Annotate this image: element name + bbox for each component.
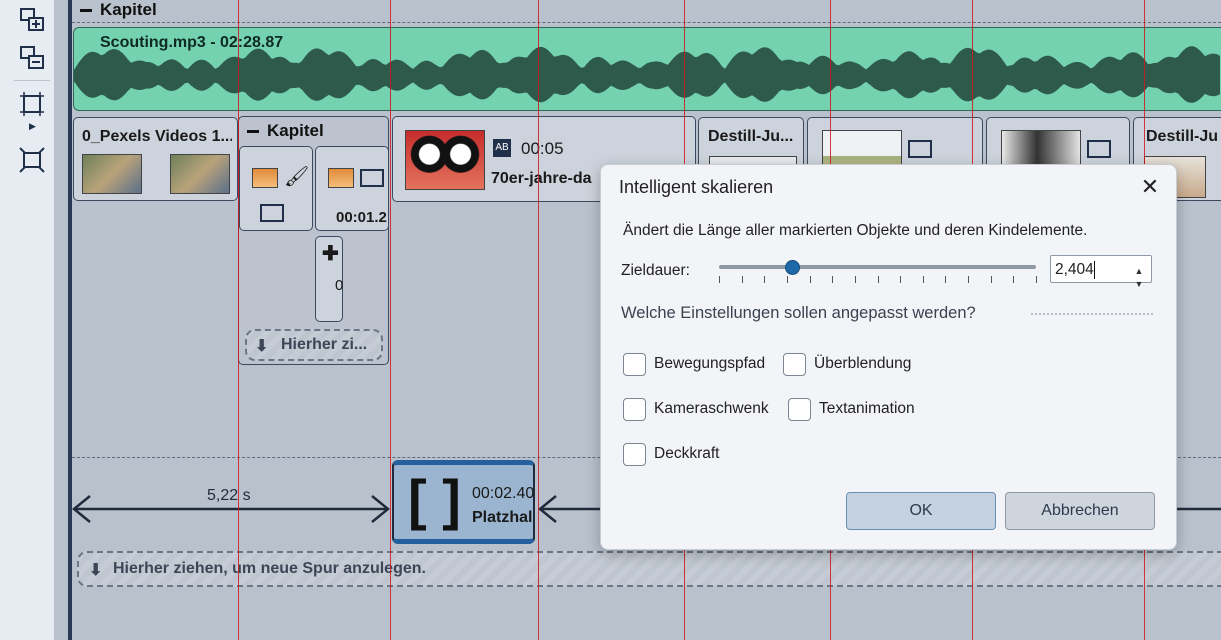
cancel-button[interactable]: Abbrechen xyxy=(1005,492,1155,530)
chapter-title: Kapitel xyxy=(267,121,324,140)
audio-clip-title: Scouting.mp3 - 02:28.87 xyxy=(100,34,284,51)
slider-tick xyxy=(900,276,902,283)
duration-slider[interactable] xyxy=(719,265,1036,269)
duration-label: Zieldauer: xyxy=(621,262,690,279)
checkbox-motion-path[interactable] xyxy=(623,353,646,376)
clip-thumbnail xyxy=(82,154,142,194)
camera-pan-icon xyxy=(260,204,284,222)
clip-thumbnail xyxy=(170,154,230,194)
slider-tick xyxy=(832,276,834,283)
fit-icon[interactable] xyxy=(18,90,46,118)
gap-arrow-end xyxy=(1175,507,1221,511)
chapter-drop-zone[interactable]: ⬇ Hierher zi... xyxy=(245,329,383,361)
text-clip[interactable]: ✚ 0 xyxy=(315,236,343,322)
slider-tick xyxy=(854,276,856,283)
drop-arrow-icon: ⬇ xyxy=(255,338,269,355)
slider-tick xyxy=(990,276,992,283)
camera-pan-icon xyxy=(908,140,932,158)
clip-title: Destill-Ju... xyxy=(708,128,794,145)
image-thumbnail xyxy=(328,168,354,188)
expand-arrow-icon[interactable]: ▶ xyxy=(29,121,36,132)
dialog-description: Ändert die Länge aller markierten Objekt… xyxy=(623,222,1088,239)
collapse-icon[interactable] xyxy=(247,130,259,134)
checkbox-text-animation[interactable] xyxy=(788,398,811,421)
chapter-header[interactable]: Kapitel xyxy=(80,0,1220,22)
clip-thumbnail xyxy=(405,130,485,190)
marker-line xyxy=(238,0,239,640)
drop-label: Hierher zi... xyxy=(281,336,368,353)
drop-arrow-icon: ⬇ xyxy=(89,562,103,579)
text-icon: ✚ xyxy=(322,243,339,265)
clip-duration-partial: 0 xyxy=(335,277,344,294)
slider-tick xyxy=(877,276,879,283)
spin-up-icon[interactable]: ▲ xyxy=(1132,257,1146,276)
settings-question: Welche Einstellungen sollen angepasst we… xyxy=(621,304,976,322)
clip-title: 0_Pexels Videos 1... xyxy=(82,128,232,145)
track-divider xyxy=(72,22,1221,23)
slider-tick xyxy=(1036,276,1037,283)
placeholder-clip[interactable]: [ ] 00:02.40 Platzhal xyxy=(392,460,535,544)
close-icon[interactable]: ✕ xyxy=(1136,173,1164,201)
toolbar-divider xyxy=(14,80,50,81)
clip-title: Destill-Ju xyxy=(1146,128,1219,145)
checkbox-label: Bewegungspfad xyxy=(654,355,766,372)
scale-icon[interactable] xyxy=(18,146,46,174)
checkbox-label: Deckkraft xyxy=(654,445,720,462)
checkbox-label: Kameraschwenk xyxy=(654,400,769,417)
slider-tick xyxy=(741,276,743,283)
checkbox-camera-pan[interactable] xyxy=(623,398,646,421)
image-clip[interactable]: 00:01.2 xyxy=(315,146,389,231)
slider-tick xyxy=(1013,276,1015,283)
clip-duration: 00:02.40 xyxy=(472,485,535,502)
smart-scale-dialog: Intelligent skalieren ✕ Ändert die Länge… xyxy=(600,164,1177,550)
checkbox-opacity[interactable] xyxy=(623,443,646,466)
slider-thumb[interactable] xyxy=(784,260,800,275)
group-remove-icon[interactable] xyxy=(18,44,46,72)
marker-line xyxy=(538,0,539,640)
collapse-icon[interactable] xyxy=(80,9,92,13)
slider-tick xyxy=(719,276,720,283)
slider-tick xyxy=(786,276,788,283)
brush-icon: 🖌 xyxy=(284,166,310,188)
camera-pan-icon xyxy=(1087,140,1111,158)
marker-line xyxy=(390,0,391,640)
transition-icon: AB xyxy=(493,139,511,157)
duration-value: 2,404 xyxy=(1055,261,1094,278)
placeholder-icon: [ ] xyxy=(408,468,461,531)
duration-input[interactable]: 2,404 ▲ ▼ xyxy=(1050,255,1152,289)
image-thumbnail xyxy=(252,168,278,188)
chapter-clip[interactable]: Kapitel 🖌 00:01.2 ✚ 0 ⬇ Hierher zi... xyxy=(238,116,389,365)
waveform-shape xyxy=(74,46,1220,103)
dialog-title: Intelligent skalieren xyxy=(619,177,774,197)
clip-duration: 00:01.2 xyxy=(336,209,387,226)
gap-arrow-right xyxy=(538,495,602,523)
checkbox-label: Überblendung xyxy=(814,355,912,372)
group-add-icon[interactable] xyxy=(18,6,46,34)
new-track-drop-zone[interactable]: ⬇ Hierher ziehen, um neue Spur anzulegen… xyxy=(77,551,1221,587)
slider-tick xyxy=(968,276,970,283)
slider-tick xyxy=(945,276,947,283)
clip-duration: 00:05 xyxy=(521,139,564,158)
slider-tick xyxy=(809,276,811,283)
camera-pan-icon xyxy=(360,169,384,187)
checkbox-label: Textanimation xyxy=(819,400,915,417)
spin-down-icon[interactable]: ▼ xyxy=(1132,270,1146,289)
left-toolbar: ▶ xyxy=(0,0,55,640)
gap-duration: 5,22 s xyxy=(207,487,251,504)
checkbox-transition[interactable] xyxy=(783,353,806,376)
image-clip[interactable]: 🖌 xyxy=(239,146,313,231)
section-divider xyxy=(1031,313,1153,315)
slider-tick xyxy=(764,276,766,283)
chapter-title: Kapitel xyxy=(100,0,157,19)
slider-tick xyxy=(922,276,924,283)
timeline-border xyxy=(68,0,72,640)
drop-hint: Hierher ziehen, um neue Spur anzulegen. xyxy=(113,560,426,577)
chapter-header[interactable]: Kapitel xyxy=(247,121,324,143)
clip-title: Platzhal xyxy=(472,509,533,526)
ok-button[interactable]: OK xyxy=(846,492,996,530)
video-clip-pexels[interactable]: 0_Pexels Videos 1... xyxy=(73,117,238,201)
